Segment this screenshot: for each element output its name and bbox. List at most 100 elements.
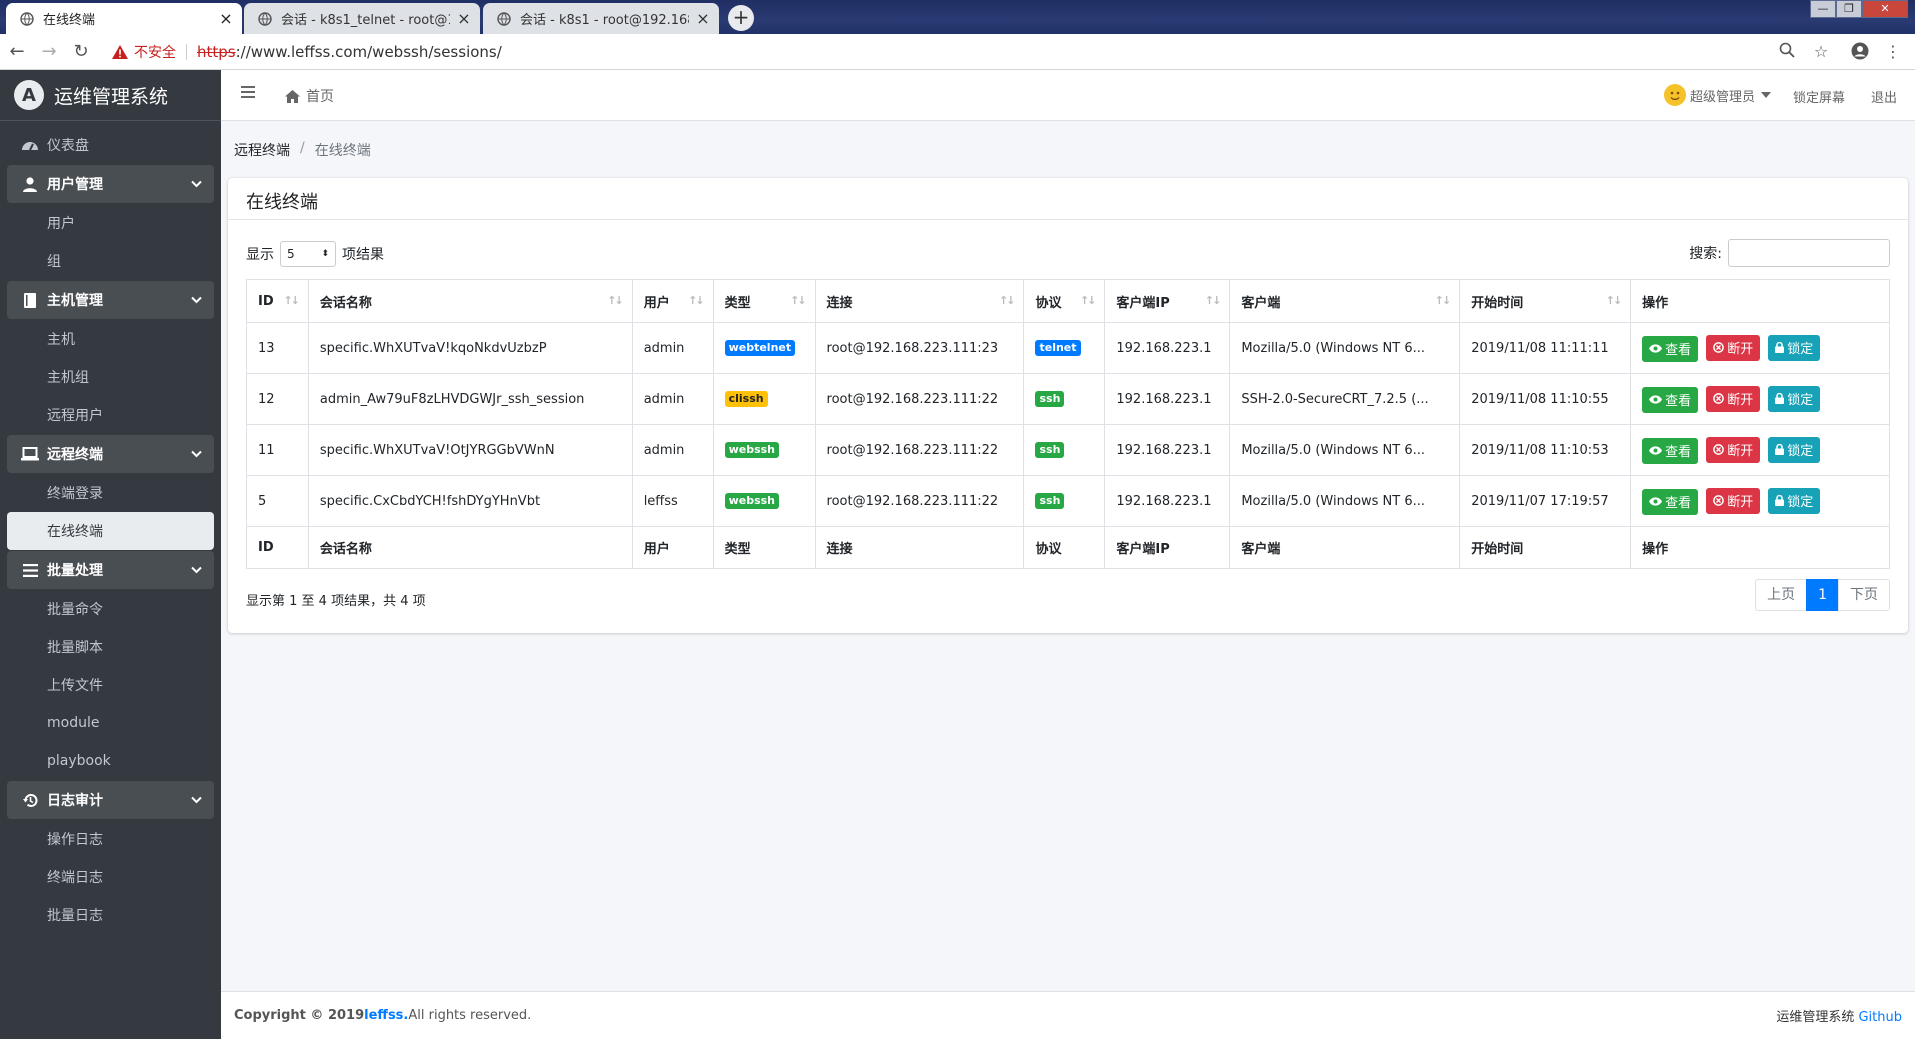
table-row: 5 specific.CxCbdYCH!fshDYgYHnVbt leffss web… (246, 475, 1890, 527)
button-label: 锁定 (1787, 495, 1814, 510)
caret-down-icon (1761, 92, 1772, 98)
breadcrumb-parent[interactable]: 远程终端 (234, 140, 290, 160)
cell-id: 11 (246, 424, 309, 476)
user-dropdown[interactable]: 超级管理员 (1664, 84, 1772, 106)
view-button[interactable]: 查看 (1642, 386, 1699, 413)
forward-icon[interactable]: → (38, 41, 60, 63)
window-close-icon[interactable]: ✕ (1862, 0, 1908, 18)
close-icon[interactable]: × (456, 9, 472, 28)
sidebar-item-module[interactable]: module (7, 704, 214, 742)
sessions-table: ID ↑↓ 会话名称 ↑↓ 用户 ↑↓ 类型 ↑↓ 连接 ↑↓ 协议 ↑↓ 客户端IP ↑↓ 客户端 ↑↓ 开始… (246, 279, 1890, 569)
cell-user: admin (631, 322, 714, 374)
more-icon[interactable]: ⋮ (1883, 42, 1903, 62)
reload-icon[interactable]: ↻ (70, 41, 92, 63)
column-header[interactable]: 客户端 ↑↓ (1229, 279, 1461, 323)
sort-icon[interactable]: ↑↓ (790, 294, 807, 307)
disconnect-button[interactable]: 断开 (1706, 487, 1761, 514)
disconnect-button[interactable]: 断开 (1706, 436, 1761, 463)
laptop-icon (20, 447, 40, 461)
view-button[interactable]: 查看 (1642, 335, 1699, 362)
profile-icon[interactable] (1851, 42, 1871, 62)
star-icon[interactable]: ☆ (1811, 42, 1831, 62)
lock-button[interactable]: 锁定 (1768, 334, 1821, 361)
page-1-button[interactable]: 1 (1806, 579, 1839, 611)
browser-tab-ssh[interactable]: 会话 - k8s1 - root@192.168.22 × (483, 3, 719, 34)
sort-icon[interactable]: ↑↓ (1435, 294, 1452, 307)
zoom-icon[interactable] (1779, 42, 1799, 62)
minimize-icon[interactable]: — (1810, 0, 1836, 18)
sidebar-item-operation-log[interactable]: 操作日志 (7, 820, 214, 858)
brand[interactable]: A 运维管理系统 (0, 70, 221, 121)
button-label: 锁定 (1787, 444, 1814, 459)
next-page-button[interactable]: 下页 (1838, 579, 1890, 611)
page-size-select[interactable]: 5 ⬍ (280, 241, 336, 267)
sidebar-group-terminal[interactable]: 远程终端 (7, 435, 214, 473)
sidebar-group-hosts[interactable]: 主机管理 (7, 281, 214, 319)
lock-screen-link[interactable]: 锁定屏幕 (1793, 87, 1845, 106)
lock-button[interactable]: 锁定 (1768, 385, 1821, 412)
maximize-icon[interactable]: ❐ (1836, 0, 1862, 18)
book-icon (20, 292, 40, 308)
logout-link[interactable]: 退出 (1871, 87, 1897, 106)
cell-type: webtelnet (712, 322, 816, 374)
prev-page-button[interactable]: 上页 (1755, 579, 1808, 611)
sidebar-item-terminal-login[interactable]: 终端登录 (7, 474, 214, 512)
sidebar-item-hostgroup[interactable]: 主机组 (7, 358, 214, 396)
column-header[interactable]: ID ↑↓ (246, 279, 309, 323)
sidebar-item-host[interactable]: 主机 (7, 320, 214, 358)
back-icon[interactable]: ← (6, 41, 28, 63)
close-icon[interactable]: × (218, 9, 234, 28)
sort-icon[interactable]: ↑↓ (999, 294, 1016, 307)
browser-tab-telnet[interactable]: 会话 - k8s1_telnet - root@192 × (244, 3, 480, 34)
lock-button[interactable]: 锁定 (1768, 436, 1821, 463)
sort-icon[interactable]: ↑↓ (1080, 294, 1097, 307)
security-indicator[interactable]: 不安全 (112, 42, 176, 62)
lock-button[interactable]: 锁定 (1768, 487, 1821, 514)
column-header[interactable]: 会话名称 ↑↓ (307, 279, 633, 323)
sidebar-group-users[interactable]: 用户管理 (7, 165, 214, 203)
type-badge: webssh (724, 442, 780, 458)
sidebar-item-remote-user[interactable]: 远程用户 (7, 396, 214, 434)
column-header-label: 客户端 (1241, 295, 1281, 311)
sidebar-item-batch-command[interactable]: 批量命令 (7, 590, 214, 628)
sort-icon[interactable]: ↑↓ (1606, 294, 1623, 307)
column-header-label: 用户 (643, 295, 670, 311)
sort-icon[interactable]: ↑↓ (283, 294, 300, 307)
home-link[interactable]: 首页 (285, 86, 334, 106)
github-link[interactable]: Github (1858, 1010, 1902, 1025)
close-icon[interactable]: × (695, 9, 711, 28)
sort-icon[interactable]: ↑↓ (1205, 294, 1222, 307)
sidebar-item-terminal-log[interactable]: 终端日志 (7, 858, 214, 896)
browser-tab-active[interactable]: 在线终端 × (6, 3, 242, 34)
protocol-badge: telnet (1035, 340, 1081, 356)
sidebar-item-online-terminal[interactable]: 在线终端 (7, 512, 214, 550)
column-footer: 客户端IP (1104, 526, 1231, 569)
search-input[interactable] (1728, 239, 1890, 267)
sidebar-item-batch-script[interactable]: 批量脚本 (7, 628, 214, 666)
disconnect-button[interactable]: 断开 (1706, 385, 1761, 412)
disconnect-button[interactable]: 断开 (1706, 334, 1761, 361)
new-tab-button[interactable]: + (728, 5, 754, 31)
url-field[interactable]: https://www.leffss.com/webssh/sessions/ (197, 43, 502, 61)
view-button[interactable]: 查看 (1642, 488, 1699, 515)
column-header[interactable]: 客户端IP ↑↓ (1104, 279, 1231, 323)
sidebar-item-playbook[interactable]: playbook (7, 742, 214, 780)
sidebar-group-audit[interactable]: 日志审计 (7, 781, 214, 819)
footer-brand-link[interactable]: leffss. (364, 1008, 408, 1023)
sidebar-item-batch-log[interactable]: 批量日志 (7, 896, 214, 934)
menu-toggle-icon[interactable] (241, 86, 255, 98)
sidebar-group-batch[interactable]: 批量处理 (7, 551, 214, 589)
column-header[interactable]: 用户 ↑↓ (631, 279, 714, 323)
sidebar-item-user[interactable]: 用户 (7, 204, 214, 242)
sidebar-item-group[interactable]: 组 (7, 242, 214, 280)
view-button[interactable]: 查看 (1642, 437, 1699, 464)
column-header[interactable]: 类型 ↑↓ (712, 279, 816, 323)
column-header[interactable]: 连接 ↑↓ (814, 279, 1025, 323)
column-header[interactable]: 协议 ↑↓ (1023, 279, 1106, 323)
cell-proto: ssh (1023, 373, 1106, 425)
sidebar-item-upload-file[interactable]: 上传文件 (7, 666, 214, 704)
column-header[interactable]: 开始时间 ↑↓ (1459, 279, 1632, 323)
sidebar-item-dashboard[interactable]: 仪表盘 (7, 126, 214, 164)
sort-icon[interactable]: ↑↓ (607, 294, 624, 307)
sort-icon[interactable]: ↑↓ (688, 294, 705, 307)
